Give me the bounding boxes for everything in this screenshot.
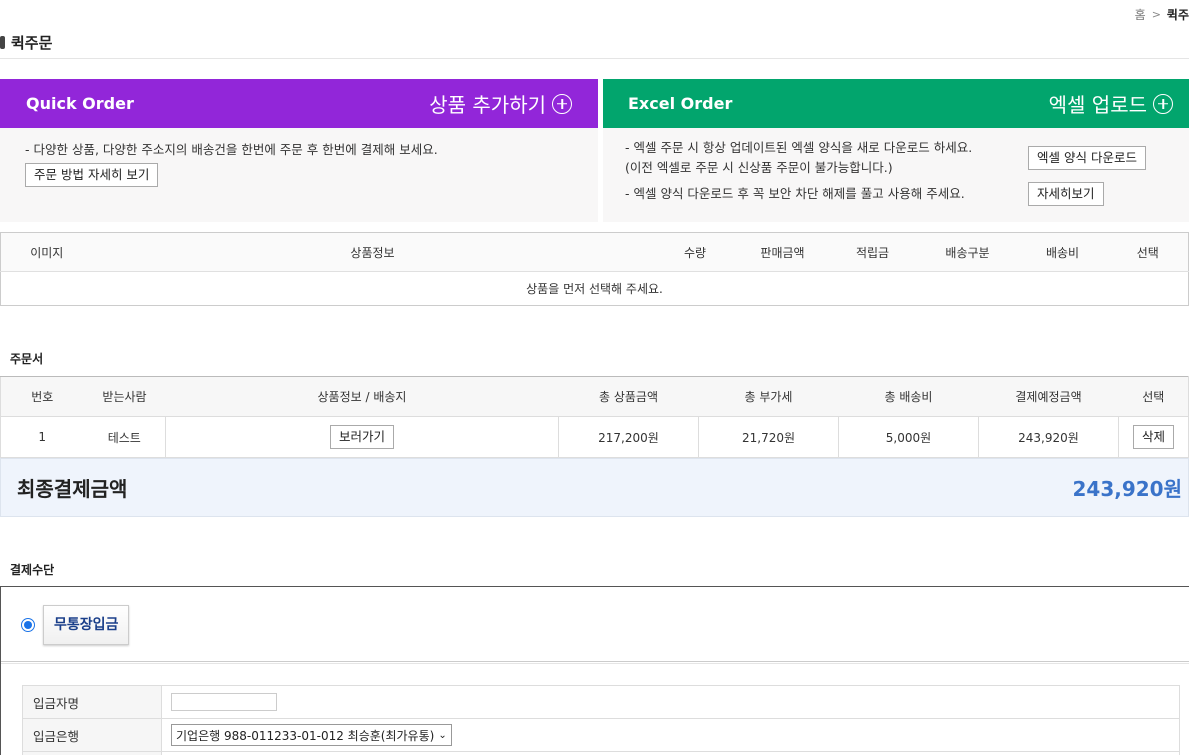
final-payment-value: 243,920원 [1072, 477, 1183, 501]
col-recipient: 받는사람 [83, 376, 166, 417]
page-title-text: 퀵주문 [11, 34, 53, 52]
col-shipping-fee: 배송비 [1017, 232, 1108, 272]
order-guide-button[interactable]: 주문 방법 자세히 보기 [25, 163, 159, 187]
payment-box: 무통장입금 입금자명 입금은행 기업은행 988-011233-01-012 최… [0, 586, 1189, 755]
order-select-cell: 삭제 [1118, 416, 1189, 458]
order-product-cell: 보러가기 [165, 416, 559, 458]
col-sale-price: 판매금액 [737, 232, 828, 272]
product-table: 이미지 상품정보 수량 판매금액 적립금 배송구분 배송비 선택 상품을 먼저 … [0, 232, 1189, 306]
page-title: 퀵주문 [0, 32, 52, 53]
col-shipping-type: 배송구분 [917, 232, 1018, 272]
payment-form: 입금자명 입금은행 기업은행 988-011233-01-012 최승훈(최가유… [22, 685, 1180, 755]
order-expected-payment: 243,920원 [978, 416, 1119, 458]
col-product-address: 상품정보 / 배송지 [165, 376, 559, 417]
col-quantity: 수량 [652, 232, 738, 272]
col-no: 번호 [0, 376, 84, 417]
quick-order-title: Quick Order [26, 94, 134, 113]
order-table-header: 번호 받는사람 상품정보 / 배송지 총 상품금액 총 부가세 총 배송비 결제… [0, 376, 1189, 417]
breadcrumb-home[interactable]: 홈 [1135, 6, 1146, 23]
table-row: 상품을 먼저 선택해 주세요. [0, 271, 1189, 306]
delete-order-button[interactable]: 삭제 [1132, 425, 1174, 449]
col-points: 적립금 [827, 232, 918, 272]
bank-transfer-radio[interactable] [21, 618, 35, 632]
payment-method-label: 결제수단 [10, 563, 55, 577]
title-divider [0, 58, 1189, 59]
col-total-shipping: 총 배송비 [838, 376, 979, 417]
chevron-right-icon: > [1151, 8, 1161, 21]
table-row: 1 테스트 보러가기 217,200원 21,720원 5,000원 243,9… [0, 416, 1189, 458]
breadcrumb: 홈 > 퀵주 [1135, 6, 1189, 23]
col-order-select: 선택 [1118, 376, 1189, 417]
view-order-button[interactable]: 보러가기 [329, 425, 394, 449]
title-bar-icon [0, 36, 5, 49]
col-expected-payment: 결제예정금액 [978, 376, 1119, 417]
add-product-label: 상품 추가하기 [429, 93, 546, 117]
excel-order-header: Excel Order 엑셀 업로드 [603, 79, 1189, 128]
empty-message: 상품을 먼저 선택해 주세요. [0, 271, 1189, 306]
bank-label: 입금은행 [22, 718, 162, 752]
product-table-header: 이미지 상품정보 수량 판매금액 적립금 배송구분 배송비 선택 [0, 232, 1189, 272]
form-label-cell [22, 751, 162, 755]
order-sheet-label: 주문서 [10, 352, 44, 366]
final-payment-label: 최종결제금액 [17, 477, 128, 501]
bank-transfer-button[interactable]: 무통장입금 [43, 605, 130, 645]
bank-select-value: 기업은행 988-011233-01-012 최승훈(최가유통) [176, 728, 435, 743]
quick-order-description: - 다양한 상품, 다양한 주소지의 배송건을 한번에 주문 후 한번에 결제해… [25, 142, 438, 157]
col-total-vat: 총 부가세 [698, 376, 839, 417]
excel-upload-button[interactable]: 엑셀 업로드 [1049, 89, 1173, 118]
order-no: 1 [0, 416, 84, 458]
depositor-label: 입금자명 [22, 685, 162, 719]
col-total-product: 총 상품금액 [558, 376, 699, 417]
excel-order-body: - 엑셀 주문 시 항상 업데이트된 엑셀 양식을 새로 다운로드 하세요. (… [603, 128, 1189, 222]
chevron-down-icon: ⌄ [438, 729, 447, 741]
plus-circle-icon [552, 93, 572, 114]
form-value-cell [161, 751, 1180, 755]
payment-divider [1, 661, 1189, 664]
quick-order-header: Quick Order 상품 추가하기 [0, 79, 598, 128]
excel-buttons: 엑셀 양식 다운로드 자세히보기 [1028, 146, 1146, 206]
col-image: 이미지 [0, 232, 93, 272]
breadcrumb-current: 퀵주 [1166, 8, 1189, 22]
quick-order-panel: Quick Order 상품 추가하기 - 다양한 상품, 다양한 주소지의 배… [0, 79, 598, 222]
depositor-row: 입금자명 [22, 685, 1180, 719]
order-sheet-table: 번호 받는사람 상품정보 / 배송지 총 상품금액 총 부가세 총 배송비 결제… [0, 376, 1189, 458]
plus-circle-icon [1153, 93, 1173, 114]
add-product-button[interactable]: 상품 추가하기 [429, 89, 572, 118]
radio-selected-dot [24, 621, 32, 629]
depositor-cell [161, 685, 1180, 719]
empty-form-row [22, 751, 1180, 755]
depositor-name-input[interactable] [171, 693, 277, 711]
excel-upload-label: 엑셀 업로드 [1048, 93, 1147, 117]
quick-order-body: - 다양한 상품, 다양한 주소지의 배송건을 한번에 주문 후 한번에 결제해… [0, 128, 598, 199]
excel-order-panel: Excel Order 엑셀 업로드 - 엑셀 주문 시 항상 업데이트된 엑셀… [603, 79, 1189, 222]
payment-method-option[interactable]: 무통장입금 [21, 605, 130, 645]
col-select: 선택 [1107, 232, 1189, 272]
excel-order-title: Excel Order [628, 94, 733, 113]
order-total-shipping: 5,000원 [838, 416, 979, 458]
final-payment-bar: 최종결제금액 243,920원 [0, 458, 1189, 517]
excel-template-download-button[interactable]: 엑셀 양식 다운로드 [1028, 146, 1146, 170]
col-product-info: 상품정보 [92, 232, 653, 272]
order-total-product: 217,200원 [558, 416, 699, 458]
bank-row: 입금은행 기업은행 988-011233-01-012 최승훈(최가유통) ⌄ [22, 718, 1180, 752]
excel-detail-button[interactable]: 자세히보기 [1028, 182, 1104, 206]
bank-select[interactable]: 기업은행 988-011233-01-012 최승훈(최가유통) ⌄ [171, 724, 452, 746]
order-total-vat: 21,720원 [698, 416, 839, 458]
bank-cell: 기업은행 988-011233-01-012 최승훈(최가유통) ⌄ [161, 718, 1180, 752]
order-recipient: 테스트 [83, 416, 166, 458]
